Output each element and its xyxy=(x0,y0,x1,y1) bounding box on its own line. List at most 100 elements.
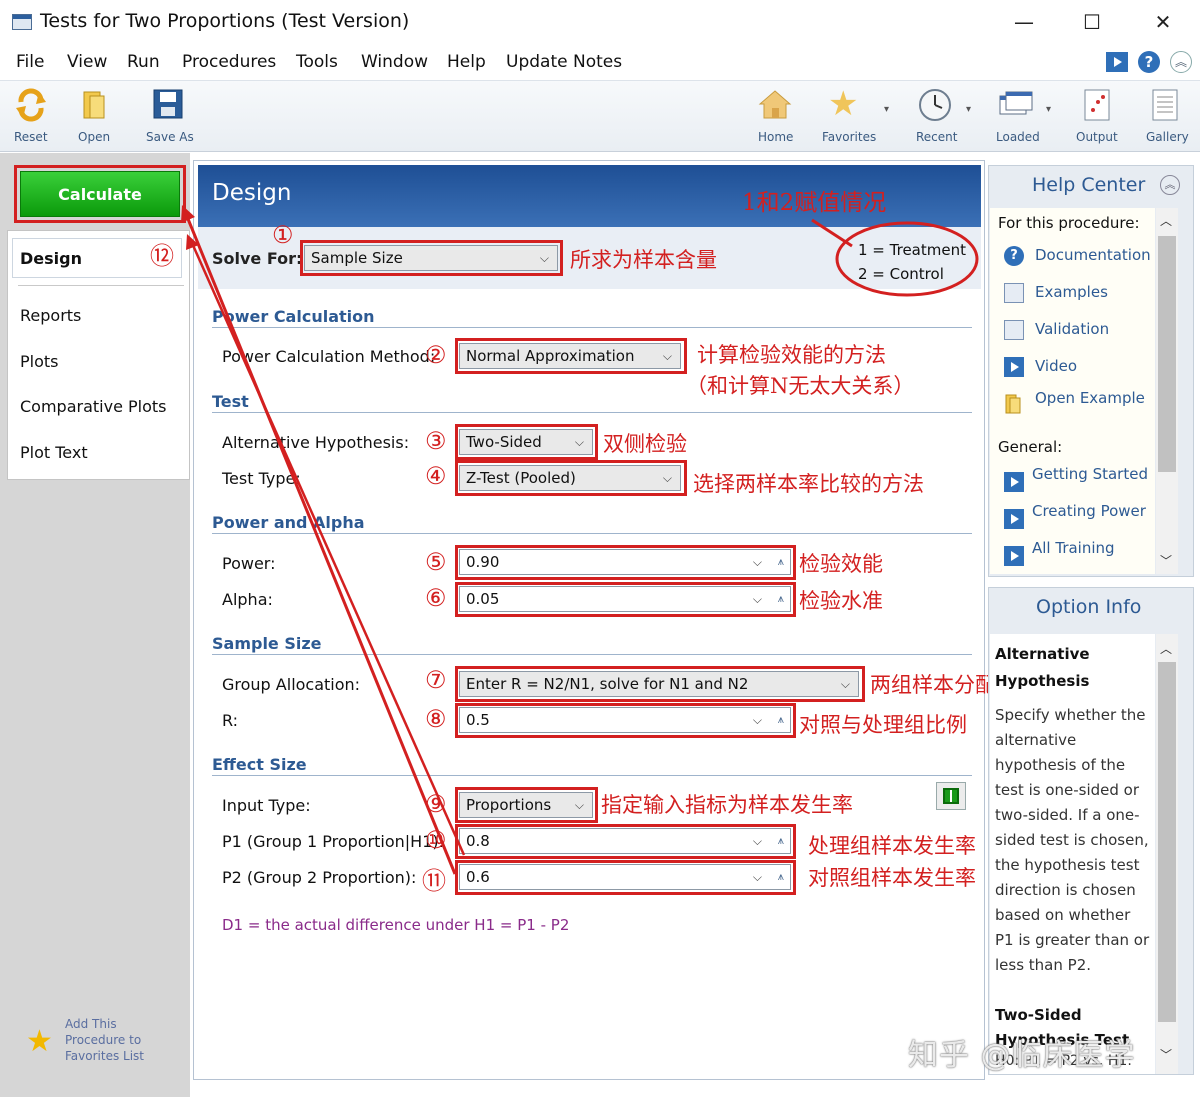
scroll-up-icon[interactable]: ︿ xyxy=(1160,640,1172,657)
annotation-number-3: ③ xyxy=(425,427,447,455)
nav-separator xyxy=(18,285,184,286)
favorites-label: Favorites xyxy=(822,130,877,144)
nav-item-plots[interactable]: Plots xyxy=(20,352,59,371)
video-play-icon xyxy=(1004,357,1024,377)
close-button[interactable]: ✕ xyxy=(1145,8,1181,36)
reset-icon xyxy=(16,88,46,122)
output-button[interactable]: Output xyxy=(1074,84,1118,148)
recent-clock-icon xyxy=(919,89,951,121)
help-link-all-training[interactable]: All Training xyxy=(1032,539,1115,557)
video-play-icon xyxy=(1004,509,1024,529)
annotation-p2: 对照组样本发生率 xyxy=(808,866,976,890)
test-type-highlight xyxy=(455,460,687,496)
annotation-number-7: ⑦ xyxy=(425,666,447,694)
alt-hypothesis-highlight xyxy=(455,424,598,460)
add-favorite-star-icon[interactable]: ★ xyxy=(26,1024,53,1059)
help-scrollbar-thumb[interactable] xyxy=(1158,236,1176,472)
columns-button[interactable] xyxy=(936,782,966,810)
help-link-examples[interactable]: Examples xyxy=(1035,283,1108,301)
help-icon[interactable]: ? xyxy=(1138,51,1160,73)
columns-icon xyxy=(943,788,959,804)
examples-icon xyxy=(1004,283,1024,303)
section-divider xyxy=(212,654,972,655)
help-collapse-icon[interactable]: ︽ xyxy=(1160,175,1180,195)
nav-item-comparative-plots[interactable]: Comparative Plots xyxy=(20,397,167,416)
annotation-number-4: ④ xyxy=(425,462,447,490)
collapse-icon[interactable]: ︽ xyxy=(1170,51,1192,73)
help-link-creating-power[interactable]: Creating Power xyxy=(1032,502,1146,520)
play-icon[interactable] xyxy=(1106,52,1128,72)
p2-label: P2 (Group 2 Proportion): xyxy=(222,868,417,887)
menu-view[interactable]: View xyxy=(67,52,107,72)
calculate-button[interactable]: Calculate xyxy=(20,171,180,217)
annotation-r: 对照与处理组比例 xyxy=(799,713,967,737)
app-window-icon xyxy=(12,14,32,30)
power-label: Power: xyxy=(222,554,276,573)
menu-tools[interactable]: Tools xyxy=(296,52,338,72)
help-link-video[interactable]: Video xyxy=(1035,357,1077,375)
home-button[interactable]: Home xyxy=(752,84,798,148)
annotation-top-note: 1和2赋值情况 xyxy=(742,190,887,216)
add-favorite-line-1: Add This xyxy=(65,1017,117,1031)
maximize-button[interactable]: ☐ xyxy=(1074,8,1110,36)
loaded-dropdown-icon[interactable]: ▾ xyxy=(1046,104,1051,115)
add-favorite-line-3: Favorites List xyxy=(65,1049,144,1063)
p1-highlight xyxy=(455,824,796,859)
group-allocation-highlight xyxy=(455,666,865,702)
option-scrollbar-thumb[interactable] xyxy=(1158,662,1176,1022)
gallery-doc-icon xyxy=(1152,89,1178,121)
section-sample-size: Sample Size xyxy=(212,634,322,653)
minimize-button[interactable]: — xyxy=(1006,8,1042,36)
section-test: Test xyxy=(212,392,249,411)
help-link-documentation[interactable]: Documentation xyxy=(1035,246,1151,264)
scroll-up-icon[interactable]: ︿ xyxy=(1160,212,1172,229)
menu-update-notes[interactable]: Update Notes xyxy=(506,52,622,72)
scroll-down-icon[interactable]: ﹀ xyxy=(1160,1046,1172,1063)
open-example-folder-icon xyxy=(1004,392,1024,414)
annotation-power-calc-1: 计算检验效能的方法 xyxy=(697,343,886,367)
open-button[interactable]: Open xyxy=(74,84,116,148)
menu-help[interactable]: Help xyxy=(447,52,486,72)
input-type-highlight xyxy=(455,787,598,823)
help-link-open-example[interactable]: Open Example xyxy=(1035,389,1145,407)
section-divider xyxy=(212,533,972,534)
validation-icon xyxy=(1004,320,1024,340)
alt-hypothesis-label: Alternative Hypothesis: xyxy=(222,433,410,452)
annotation-number-10: ⑩ xyxy=(425,826,447,854)
add-favorite-line-2: Procedure to xyxy=(65,1033,142,1047)
video-play-icon xyxy=(1004,546,1024,566)
group-legend: 1 = Treatment 2 = Control xyxy=(858,238,966,286)
menu-file[interactable]: File xyxy=(16,52,44,72)
loaded-button[interactable]: ▾ Loaded xyxy=(992,84,1054,148)
p1-label: P1 (Group 1 Proportion|H1): xyxy=(222,832,445,851)
recent-button[interactable]: ▾ Recent xyxy=(908,84,978,148)
solve-for-label: Solve For: xyxy=(212,249,303,268)
r-highlight xyxy=(455,703,796,738)
annotation-alpha: 检验水准 xyxy=(799,589,883,613)
home-icon xyxy=(758,90,792,119)
menu-run[interactable]: Run xyxy=(127,52,160,72)
power-calc-highlight xyxy=(455,338,687,374)
nav-item-reports[interactable]: Reports xyxy=(20,306,81,325)
power-highlight xyxy=(455,545,796,580)
menu-procedures[interactable]: Procedures xyxy=(182,52,276,72)
menu-window[interactable]: Window xyxy=(361,52,428,72)
gallery-button[interactable]: Gallery xyxy=(1140,84,1190,148)
annotation-p1: 处理组样本发生率 xyxy=(808,834,976,858)
option-info-title: Option Info xyxy=(1036,596,1142,618)
help-link-validation[interactable]: Validation xyxy=(1035,320,1109,338)
add-favorite-link[interactable]: Add This Procedure to Favorites List xyxy=(65,1016,144,1064)
favorites-button[interactable]: ★ ▾ Favorites xyxy=(818,84,892,148)
reset-button[interactable]: Reset xyxy=(8,84,56,148)
nav-item-plot-text[interactable]: Plot Text xyxy=(20,443,88,462)
documentation-icon: ? xyxy=(1004,246,1024,266)
help-general-label: General: xyxy=(998,438,1063,456)
scroll-down-icon[interactable]: ﹀ xyxy=(1160,552,1172,569)
help-link-getting-started[interactable]: Getting Started xyxy=(1032,465,1148,483)
section-divider xyxy=(212,775,972,776)
recent-dropdown-icon[interactable]: ▾ xyxy=(966,104,971,115)
favorites-dropdown-icon[interactable]: ▾ xyxy=(884,104,889,115)
save-as-button[interactable]: Save As xyxy=(140,84,200,148)
favorites-star-icon: ★ xyxy=(828,84,859,124)
nav-item-design[interactable]: Design xyxy=(20,249,82,268)
